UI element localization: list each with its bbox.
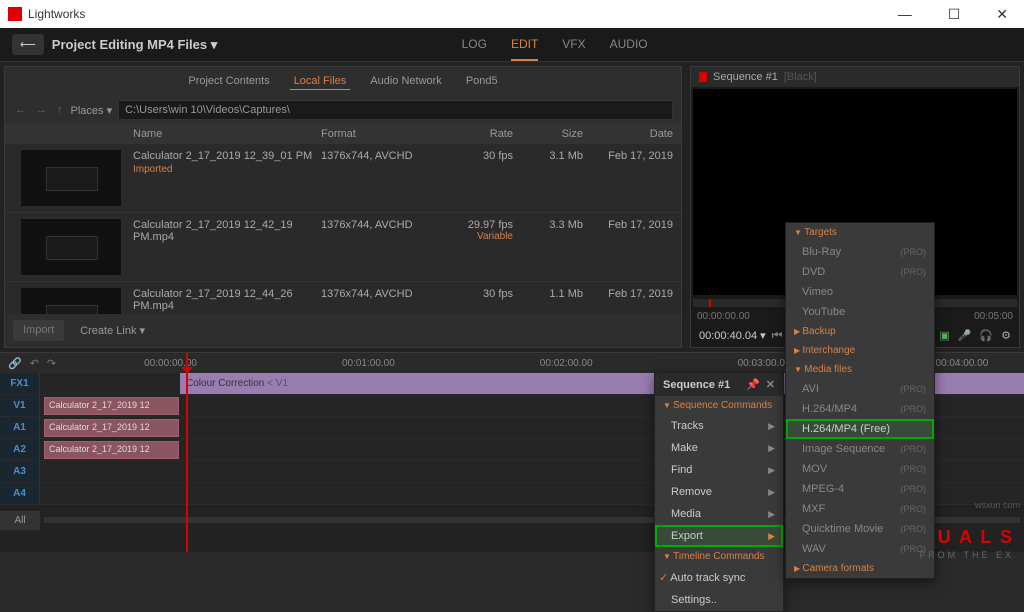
create-link-dropdown[interactable]: Create Link ▾ xyxy=(72,320,153,341)
path-input[interactable] xyxy=(118,100,673,120)
subtab-project-contents[interactable]: Project Contents xyxy=(184,73,273,90)
subtab-pond5[interactable]: Pond5 xyxy=(462,73,502,90)
menu-avi[interactable]: AVI(PRO) xyxy=(786,379,934,399)
undo-icon[interactable]: ↶ xyxy=(30,357,39,370)
table-row[interactable]: Calculator 2_17_2019 12_44_26 PM.mp4 137… xyxy=(5,282,681,314)
tab-edit[interactable]: EDIT xyxy=(511,29,538,61)
menu-tracks[interactable]: Tracks▶ xyxy=(655,415,783,437)
col-name[interactable]: Name xyxy=(125,128,321,140)
menu-title: Sequence #1 xyxy=(663,379,730,391)
submenu-targets[interactable]: Targets xyxy=(786,223,934,242)
minimize-button[interactable]: — xyxy=(890,6,920,23)
app-icon xyxy=(8,7,22,21)
col-date[interactable]: Date xyxy=(591,128,681,140)
prev-frame-icon[interactable]: ⏮ xyxy=(772,328,783,343)
thumbnail xyxy=(21,150,121,206)
menu-make[interactable]: Make▶ xyxy=(655,437,783,459)
mark-in-icon[interactable]: ▣ xyxy=(939,329,949,342)
video-clip[interactable]: Calculator 2_17_2019 12 xyxy=(44,397,179,415)
window-titlebar: Lightworks — ☐ ✕ xyxy=(0,0,1024,28)
tab-vfx[interactable]: VFX xyxy=(562,29,585,61)
menu-h264-free[interactable]: H.264/MP4 (Free) xyxy=(786,419,934,439)
playhead[interactable] xyxy=(186,353,188,552)
sequence-title: Sequence #1 xyxy=(713,71,778,83)
menu-h264[interactable]: H.264/MP4(PRO) xyxy=(786,399,934,419)
tab-log[interactable]: LOG xyxy=(462,29,487,61)
menu-settings[interactable]: Settings.. xyxy=(655,589,783,611)
places-dropdown[interactable]: Places ▾ xyxy=(71,104,113,117)
mic-icon[interactable]: 🎤 xyxy=(958,329,972,342)
track-a2[interactable]: A2 xyxy=(0,439,40,460)
menu-quicktime[interactable]: Quicktime Movie(PRO) xyxy=(786,519,934,539)
headphone-icon[interactable]: 🎧 xyxy=(979,329,993,342)
menu-dvd[interactable]: DVD(PRO) xyxy=(786,262,934,282)
window-title: Lightworks xyxy=(28,7,85,21)
menu-mov[interactable]: MOV(PRO) xyxy=(786,459,934,479)
subtab-audio-network[interactable]: Audio Network xyxy=(366,73,446,90)
submenu-backup[interactable]: Backup xyxy=(786,322,934,341)
table-row[interactable]: Calculator 2_17_2019 12_42_19 PM.mp4 137… xyxy=(5,213,681,282)
audio-clip[interactable]: Calculator 2_17_2019 12 xyxy=(44,419,179,437)
timecode[interactable]: 00:00:40.04 ▾ xyxy=(699,329,766,342)
thumbnail xyxy=(21,219,121,275)
sequence-tag: [Black] xyxy=(784,71,817,83)
track-a4[interactable]: A4 xyxy=(0,483,40,504)
watermark-sub: FROM THE EX xyxy=(920,550,1014,560)
menu-wav[interactable]: WAV(PRO) xyxy=(786,539,934,559)
menu-mxf[interactable]: MXF(PRO) xyxy=(786,499,934,519)
track-all[interactable]: All xyxy=(0,511,40,530)
thumbnail xyxy=(21,288,121,314)
app-header: ⟵ Project Editing MP4 Files ▾ LOG EDIT V… xyxy=(0,28,1024,62)
watermark: U A L S xyxy=(938,527,1014,548)
redo-icon[interactable]: ↷ xyxy=(47,357,56,370)
menu-remove[interactable]: Remove▶ xyxy=(655,481,783,503)
import-button[interactable]: Import xyxy=(13,320,64,341)
menu-mpeg4[interactable]: MPEG-4(PRO) xyxy=(786,479,934,499)
track-v1[interactable]: V1 xyxy=(0,395,40,416)
watermark-tag: wsxun com xyxy=(975,500,1020,510)
maximize-button[interactable]: ☐ xyxy=(940,6,969,23)
time-end: 00:05:00 xyxy=(974,311,1013,322)
sequence-context-menu: Sequence #1 📌 ✕ Sequence Commands Tracks… xyxy=(654,372,784,612)
project-title[interactable]: Project Editing MP4 Files ▾ xyxy=(52,37,217,53)
sequence-marker-icon xyxy=(699,72,707,82)
col-size[interactable]: Size xyxy=(521,128,591,140)
subtab-local-files[interactable]: Local Files xyxy=(290,73,351,90)
export-submenu: Targets Blu-Ray(PRO) DVD(PRO) Vimeo YouT… xyxy=(785,222,935,579)
link-icon[interactable]: 🔗 xyxy=(8,357,22,370)
audio-clip[interactable]: Calculator 2_17_2019 12 xyxy=(44,441,179,459)
menu-find[interactable]: Find▶ xyxy=(655,459,783,481)
nav-up-icon[interactable]: ↑ xyxy=(55,102,65,118)
back-button[interactable]: ⟵ xyxy=(12,34,44,55)
close-icon[interactable]: ✕ xyxy=(766,378,775,391)
submenu-camera[interactable]: Camera formats xyxy=(786,559,934,578)
menu-vimeo[interactable]: Vimeo xyxy=(786,282,934,302)
track-a3[interactable]: A3 xyxy=(0,461,40,482)
file-browser-panel: Project Contents Local Files Audio Netwo… xyxy=(4,66,682,348)
table-row[interactable]: Calculator 2_17_2019 12_39_01 PMImported… xyxy=(5,144,681,213)
nav-forward-icon[interactable]: → xyxy=(34,102,49,118)
menu-youtube[interactable]: YouTube xyxy=(786,302,934,322)
submenu-interchange[interactable]: Interchange xyxy=(786,341,934,360)
menu-section: Timeline Commands xyxy=(655,547,783,566)
close-button[interactable]: ✕ xyxy=(988,6,1016,23)
menu-section: Sequence Commands xyxy=(655,396,783,415)
gear-icon[interactable]: ⚙ xyxy=(1001,329,1011,342)
col-format[interactable]: Format xyxy=(321,128,451,140)
track-fx1[interactable]: FX1 xyxy=(0,373,40,394)
menu-auto-track-sync[interactable]: Auto track sync xyxy=(655,566,783,589)
nav-back-icon[interactable]: ← xyxy=(13,102,28,118)
col-rate[interactable]: Rate xyxy=(451,128,521,140)
time-start: 00:00:00.00 xyxy=(697,311,750,322)
menu-export[interactable]: Export▶ xyxy=(655,525,783,547)
track-a1[interactable]: A1 xyxy=(0,417,40,438)
tab-audio[interactable]: AUDIO xyxy=(610,29,648,61)
imported-tag: Imported xyxy=(133,164,321,175)
menu-media[interactable]: Media▶ xyxy=(655,503,783,525)
pin-icon[interactable]: 📌 xyxy=(746,378,760,391)
menu-image-seq[interactable]: Image Sequence(PRO) xyxy=(786,439,934,459)
file-table: Name Format Rate Size Date Calculator 2_… xyxy=(5,124,681,314)
submenu-media-files[interactable]: Media files xyxy=(786,360,934,379)
menu-bluray[interactable]: Blu-Ray(PRO) xyxy=(786,242,934,262)
